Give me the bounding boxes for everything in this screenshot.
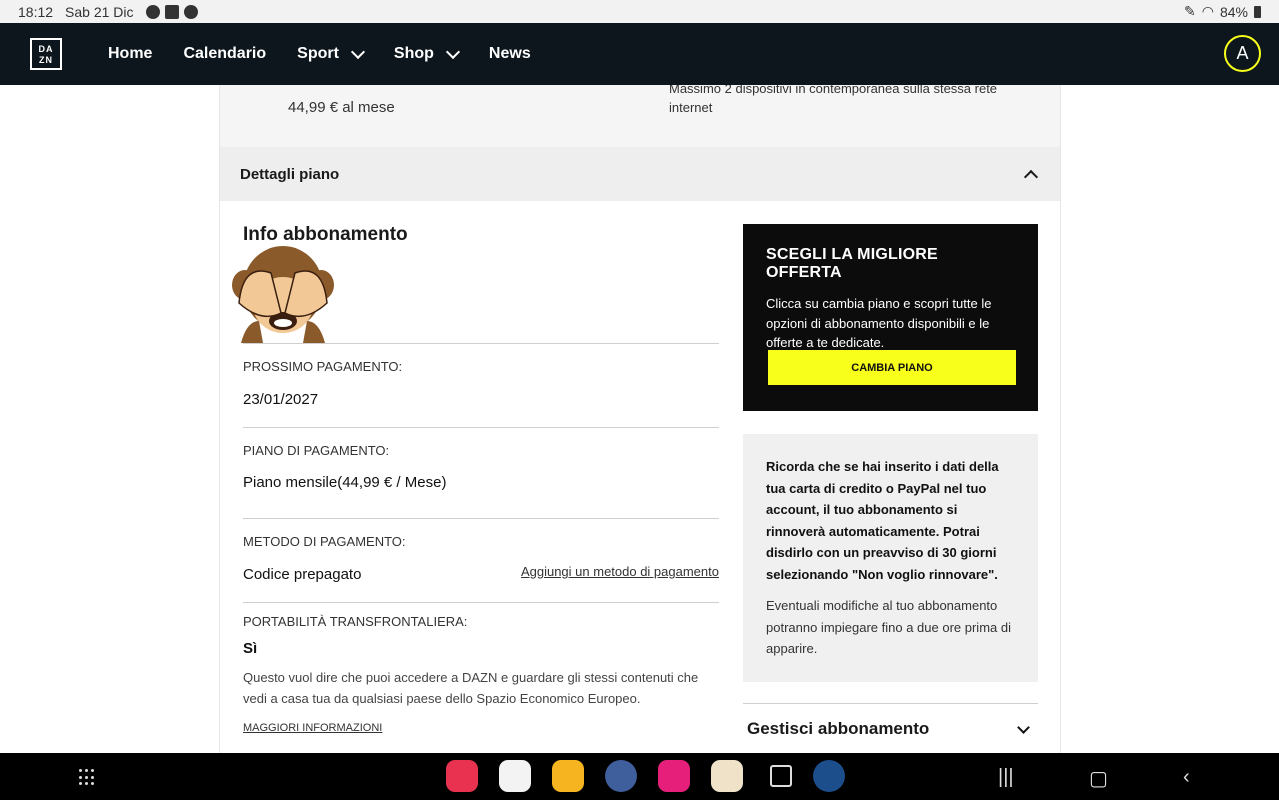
browser-app-icon[interactable]: [813, 760, 845, 792]
chevron-down-icon: [445, 44, 460, 59]
next-payment-section: PROSSIMO PAGAMENTO: 23/01/2027: [243, 343, 719, 427]
offer-title: SCEGLI LA MIGLIORE OFFERTA: [766, 246, 938, 281]
nav-home[interactable]: Home: [108, 45, 152, 63]
taskbar-apps: [446, 760, 845, 792]
renewal-notice-bold: Ricorda che se hai inserito i dati della…: [766, 459, 999, 582]
subscription-card: 44,99 € al mese Massimo 2 dispositivi in…: [219, 85, 1061, 753]
calendar-icon: [164, 4, 179, 19]
nav-news[interactable]: News: [489, 45, 531, 63]
next-payment-value: 23/01/2027: [243, 391, 319, 408]
change-plan-button[interactable]: CAMBIA PIANO: [768, 350, 1016, 385]
status-time: 18:12: [18, 3, 54, 20]
subscription-info: Info abbonamento PROSSIMO PAGAMENTO: 23/…: [232, 201, 719, 734]
portability-section: PORTABILITÀ TRANSFRONTALIERA: Sì Questo …: [243, 602, 719, 752]
nav-shop[interactable]: Shop: [393, 44, 460, 63]
payment-plan-label: PIANO DI PAGAMENTO:: [243, 443, 390, 458]
plan-summary: 44,99 € al mese Massimo 2 dispositivi in…: [220, 85, 1060, 147]
top-navigation: DA ZN Home Calendario Sport Shop News A: [0, 23, 1279, 85]
nav-sport-label: Sport: [297, 45, 339, 62]
portability-value: Sì: [243, 640, 258, 657]
wifi-icon: ◠: [1201, 3, 1214, 19]
dazn-logo[interactable]: DA ZN: [30, 38, 62, 70]
status-bar: 18:12 Sab 21 Dic ✎ ◠ 84%: [0, 0, 1279, 23]
avatar[interactable]: A: [1224, 35, 1261, 72]
see-no-evil-monkey-icon: [232, 246, 334, 343]
recent-apps-icon[interactable]: |||: [998, 766, 1014, 789]
payment-method-value: Codice prepagato: [243, 566, 362, 583]
plan-devices: Massimo 2 dispositivi in contemporanea s…: [669, 85, 998, 115]
app-drawer-icon[interactable]: [79, 769, 96, 786]
nav-sport[interactable]: Sport: [297, 44, 365, 63]
files-app-icon[interactable]: [499, 760, 531, 792]
offer-description: Clicca su cambia piano e scopri tutte le…: [766, 296, 992, 350]
renewal-notice: Ricorda che se hai inserito i dati della…: [743, 434, 1038, 682]
home-icon[interactable]: ▢: [1089, 766, 1108, 791]
plan-details-toggle[interactable]: Dettagli piano: [220, 147, 1060, 201]
back-icon[interactable]: ‹: [1183, 766, 1190, 789]
nav-calendario-label: Calendario: [183, 45, 267, 62]
dazn-app-icon[interactable]: [770, 765, 792, 787]
my-files-app-icon[interactable]: [552, 760, 584, 792]
next-payment-label: PROSSIMO PAGAMENTO:: [243, 359, 403, 374]
more-info-link[interactable]: MAGGIORI INFORMAZIONI: [243, 722, 382, 734]
nav-home-label: Home: [108, 45, 153, 62]
system-navigation-bar: ||| ▢ ‹: [0, 753, 1279, 800]
manage-subscription-toggle[interactable]: Gestisci abbonamento: [743, 703, 1038, 739]
payment-plan-section: PIANO DI PAGAMENTO: Piano mensile(44,99 …: [243, 427, 719, 518]
portability-description: Questo vuol dire che puoi accedere a DAZ…: [243, 670, 699, 706]
alert-icon: [183, 4, 198, 19]
gallery-app-icon[interactable]: [446, 760, 478, 792]
nav-shop-label: Shop: [393, 45, 434, 62]
pen-icon: ✎: [1184, 3, 1196, 19]
chevron-up-icon: [1023, 169, 1039, 184]
payment-method-section: METODO DI PAGAMENTO: Codice prepagato Ag…: [243, 518, 719, 602]
amazon-app-icon[interactable]: [711, 760, 743, 792]
add-payment-method-link[interactable]: Aggiungi un metodo di pagamento: [521, 564, 719, 579]
manage-subscription-title: Gestisci abbonamento: [747, 719, 930, 738]
nav-calendario[interactable]: Calendario: [183, 45, 266, 63]
nav-news-label: News: [488, 45, 531, 62]
status-date: Sab 21 Dic: [65, 3, 134, 20]
battery-level: 84%: [1219, 3, 1248, 20]
notification-icons: [145, 4, 198, 19]
payment-method-label: METODO DI PAGAMENTO:: [243, 534, 406, 549]
battery-icon: [1254, 5, 1261, 18]
football-icon: [145, 4, 160, 19]
flower-app-icon[interactable]: [658, 760, 690, 792]
chevron-down-icon: [1017, 720, 1030, 734]
plan-price: 44,99 € al mese: [288, 99, 395, 116]
chevron-down-icon: [350, 44, 365, 59]
portability-label: PORTABILITÀ TRANSFRONTALIERA:: [243, 614, 468, 629]
payment-plan-value: Piano mensile(44,99 € / Mese): [243, 474, 447, 491]
plan-details-title: Dettagli piano: [240, 165, 340, 183]
settings-app-icon[interactable]: [605, 760, 637, 792]
best-offer-box: SCEGLI LA MIGLIORE OFFERTA Clicca su cam…: [743, 224, 1038, 411]
renewal-notice-text: Eventuali modifiche al tuo abbonamento p…: [766, 598, 1011, 656]
